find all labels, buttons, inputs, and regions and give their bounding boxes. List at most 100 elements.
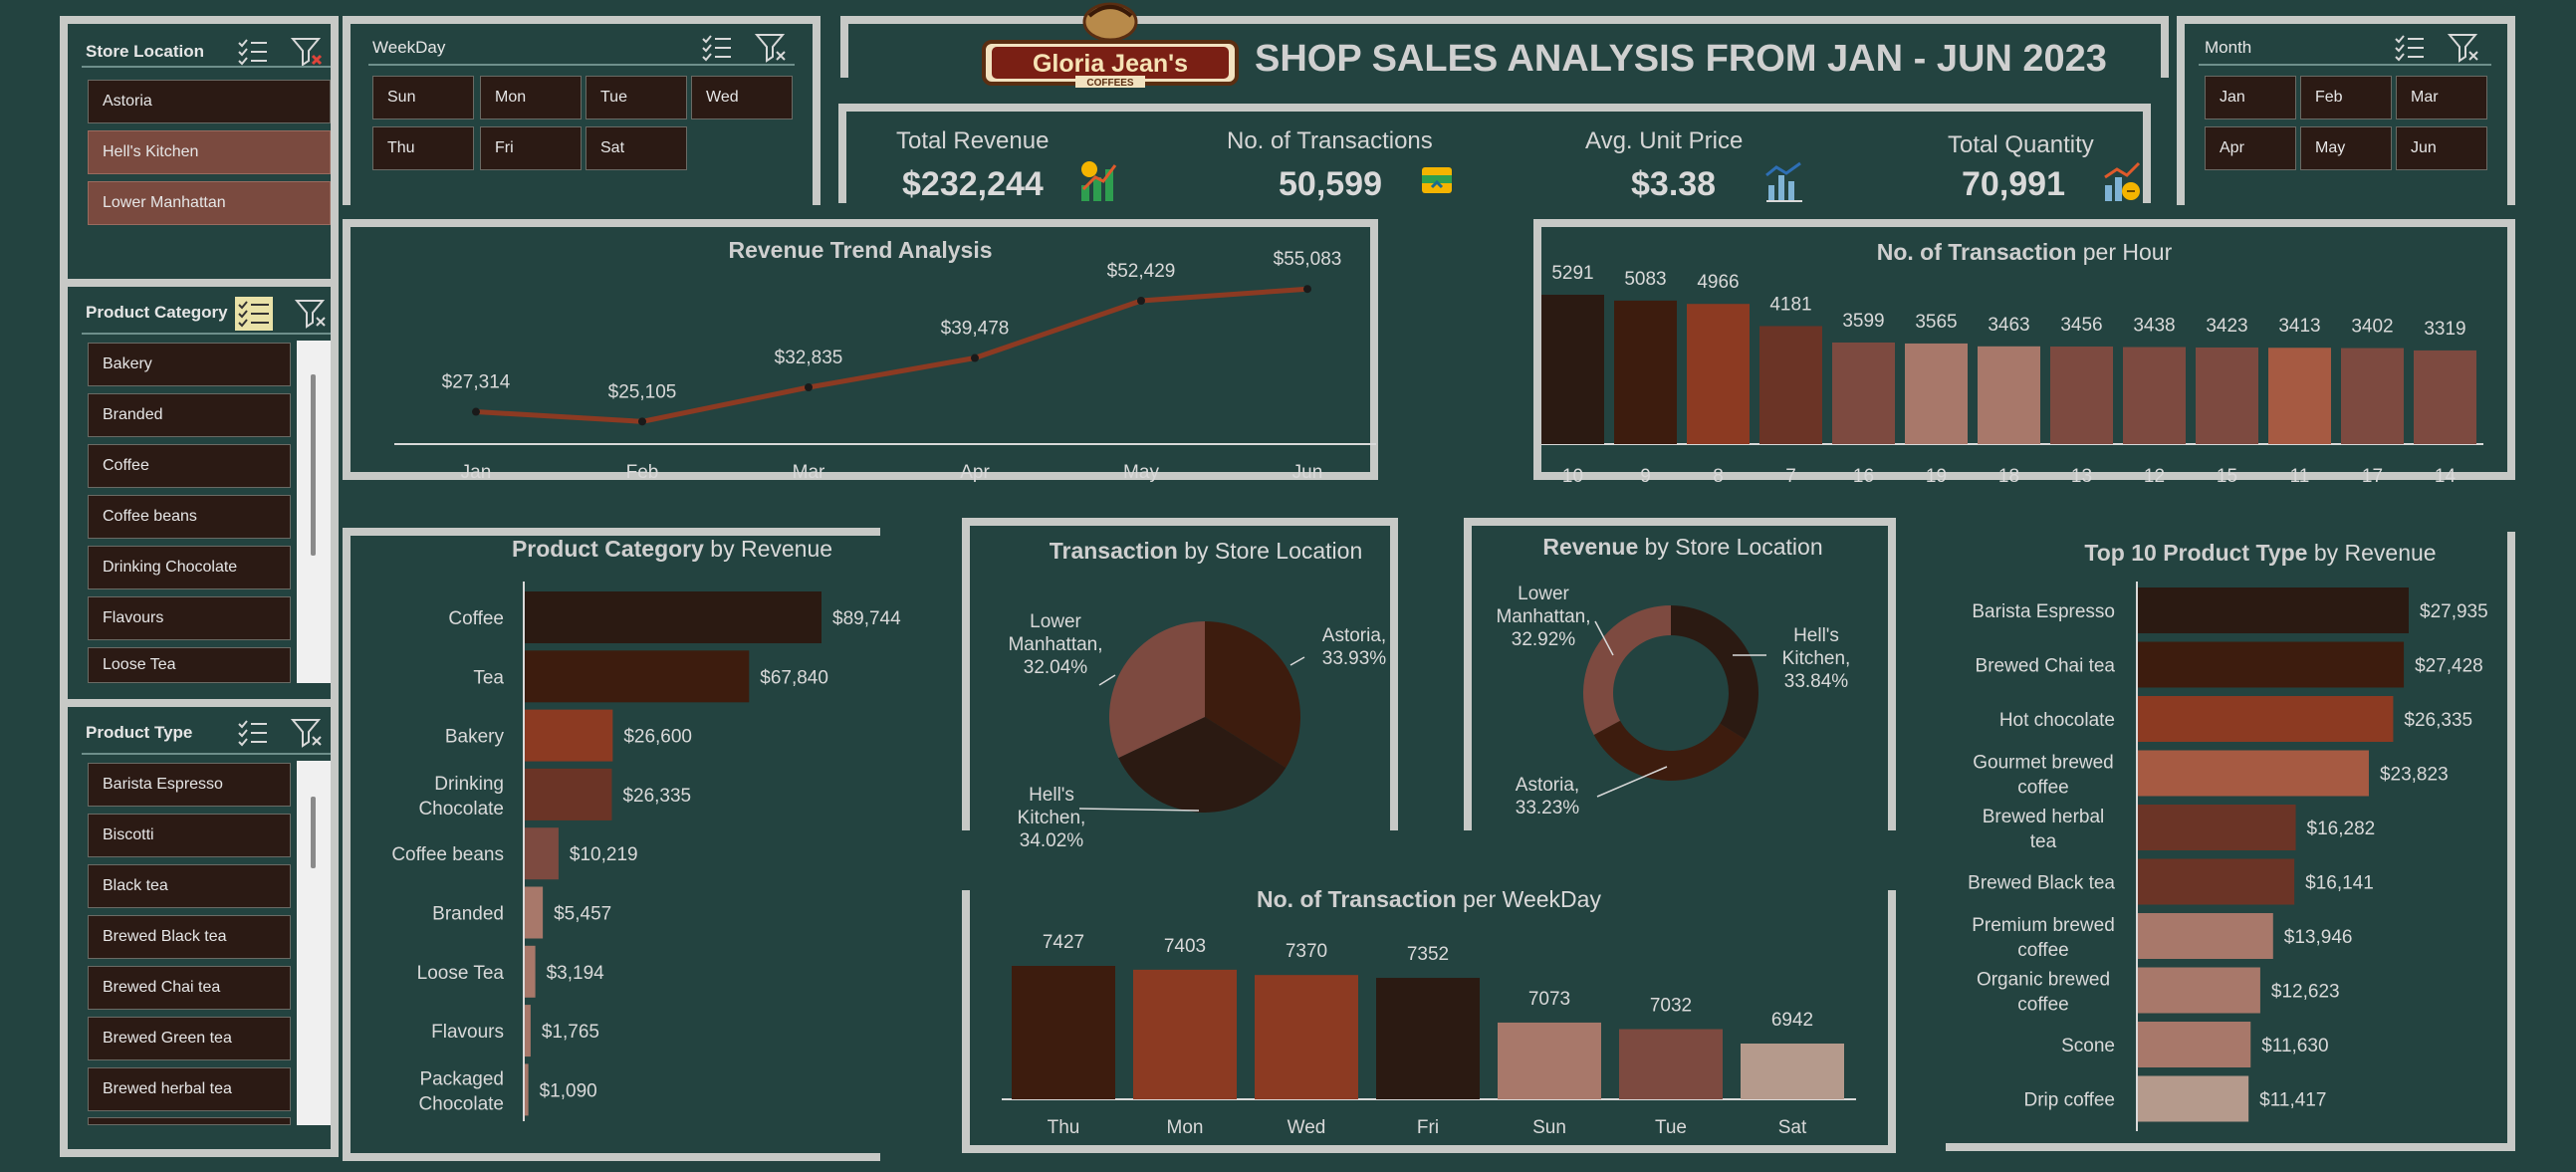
category-value-label: $1,765 [542, 1022, 599, 1043]
hour-tick-label: 15 [2217, 466, 2237, 487]
category-axis-label: Loose Tea [417, 963, 505, 984]
top10-value-label: $27,935 [2420, 601, 2488, 622]
top10-product-chart: $27,935 Barista Espresso $27,428 Brewed Cha… [1968, 582, 2488, 1131]
store-hells-kitchen-button[interactable]: Hell's Kitchen [88, 130, 331, 174]
top10-axis-label: Organic brewed coffee [1977, 970, 2110, 1016]
type-brewed-herbal-tea-button[interactable]: Brewed herbal tea [88, 1067, 291, 1111]
category-loose-tea-button[interactable]: Loose Tea [88, 647, 291, 683]
weekday-bar [1133, 969, 1237, 1099]
weekday-mon-button[interactable]: Mon [480, 76, 582, 119]
type-partial-item[interactable] [88, 1117, 291, 1125]
hour-tick-label: 7 [1785, 466, 1796, 487]
weekday-thu-button[interactable]: Thu [372, 126, 474, 170]
kpi-total-revenue-label: Total Revenue [896, 127, 1050, 154]
category-drinking-chocolate-button[interactable]: Drinking Chocolate [88, 546, 291, 589]
product-category-slicer-title: Product Category [86, 303, 228, 322]
weekday-tick-label: Wed [1288, 1117, 1326, 1138]
category-bar [525, 591, 821, 643]
hour-bar [2196, 347, 2258, 444]
hour-tick-label: 11 [2290, 466, 2310, 487]
multi-select-icon[interactable] [235, 297, 273, 331]
weekday-tick-label: Tue [1655, 1117, 1687, 1138]
multi-select-icon[interactable] [701, 33, 733, 63]
month-feb-button[interactable]: Feb [2300, 76, 2392, 119]
top10-value-label: $12,623 [2271, 982, 2340, 1003]
category-scroll-thumb[interactable] [311, 374, 316, 556]
weekday-tue-button[interactable]: Tue [585, 76, 687, 119]
category-bar [525, 709, 613, 762]
hour-bar [1905, 343, 1968, 444]
tx-hour-chart: 5291 10 5083 9 4966 8 4181 7 3599 16 3565 19 3463 18 3… [1541, 263, 2483, 487]
category-axis-label: Coffee [448, 608, 504, 629]
x-tick-label: Feb [626, 462, 659, 483]
store-lower-manhattan-button[interactable]: Lower Manhattan [88, 181, 331, 225]
tx-store-label: Hell's Kitchen, 34.02% [1018, 785, 1086, 846]
brand-logo: Gloria Jean's COFFEES [980, 2, 1241, 90]
hour-value-label: 3423 [2206, 316, 2247, 337]
dashboard-title: SHOP SALES ANALYSIS FROM JAN - JUN 2023 [1255, 38, 2107, 80]
multi-select-icon[interactable] [237, 718, 269, 748]
month-jan-button[interactable]: Jan [2205, 76, 2296, 119]
store-location-slicer-title: Store Location [86, 42, 205, 61]
top10-value-label: $11,630 [2261, 1036, 2328, 1056]
category-axis-label: Tea [473, 667, 504, 688]
category-flavours-button[interactable]: Flavours [88, 596, 291, 640]
category-coffee-beans-button[interactable]: Coffee beans [88, 495, 291, 539]
kpi-avg-price-label: Avg. Unit Price [1585, 127, 1744, 154]
weekday-wed-button[interactable]: Wed [691, 76, 793, 119]
weekday-fri-button[interactable]: Fri [480, 126, 582, 170]
weekday-value-label: 7352 [1407, 944, 1449, 965]
top10-value-label: $23,823 [2380, 765, 2449, 786]
store-astoria-button[interactable]: Astoria [88, 80, 331, 123]
category-branded-button[interactable]: Branded [88, 393, 291, 437]
type-barista-espresso-button[interactable]: Barista Espresso [88, 763, 291, 807]
multi-select-icon[interactable] [237, 37, 269, 67]
month-jun-button[interactable]: Jun [2396, 126, 2487, 170]
slicer-divider [82, 66, 331, 68]
hour-bar [1978, 346, 2040, 444]
filter-icon[interactable] [755, 32, 789, 64]
month-slicer-controls [2394, 32, 2481, 64]
filter-icon[interactable] [295, 298, 329, 330]
month-mar-button[interactable]: Mar [2396, 76, 2487, 119]
month-apr-button[interactable]: Apr [2205, 126, 2296, 170]
top10-axis-label: Brewed herbal tea [1983, 807, 2105, 852]
top10-value-label: $16,141 [2305, 873, 2374, 894]
type-brewed-black-tea-button[interactable]: Brewed Black tea [88, 915, 291, 959]
kpi-transactions-value: 50,599 [1279, 165, 1382, 203]
weekday-sun-button[interactable]: Sun [372, 76, 474, 119]
weekday-tick-label: Sat [1778, 1117, 1807, 1138]
filter-icon[interactable] [2448, 32, 2481, 64]
type-black-tea-button[interactable]: Black tea [88, 864, 291, 908]
top10-title: Top 10 Product Type by Revenue [2084, 540, 2437, 566]
category-bar [525, 1063, 529, 1116]
category-bakery-button[interactable]: Bakery [88, 343, 291, 386]
leader-line [1098, 674, 1116, 686]
product-type-scroll-thumb[interactable] [311, 797, 316, 868]
category-coffee-button[interactable]: Coffee [88, 444, 291, 488]
type-brewed-green-tea-button[interactable]: Brewed Green tea [88, 1017, 291, 1060]
revenue-data-label: $52,429 [1107, 261, 1176, 282]
x-tick-label: Apr [960, 462, 990, 483]
rev-store-title: Revenue by Store Location [1542, 534, 1823, 560]
type-biscotti-button[interactable]: Biscotti [88, 814, 291, 857]
top10-bar [2138, 1022, 2251, 1067]
weekday-tick-label: Fri [1417, 1117, 1439, 1138]
type-brewed-chai-tea-button[interactable]: Brewed Chai tea [88, 966, 291, 1010]
hour-bar [1759, 326, 1822, 444]
weekday-bar [1741, 1044, 1844, 1099]
hour-value-label: 3319 [2424, 319, 2465, 340]
hour-tick-label: 17 [2362, 466, 2383, 487]
weekday-sat-button[interactable]: Sat [585, 126, 687, 170]
weekday-slicer-title: WeekDay [372, 38, 446, 57]
hour-tick-label: 10 [1562, 466, 1583, 487]
clear-filter-icon[interactable] [291, 36, 325, 68]
hour-value-label: 4966 [1697, 272, 1739, 293]
kpi-total-quantity-value: 70,991 [1962, 165, 2065, 203]
tx-store-pie-chart: Astoria, 33.93% Hell's Kitchen, 34.02% Lower M… [1008, 611, 1386, 846]
filter-icon[interactable] [291, 717, 325, 749]
hour-tick-label: 9 [1640, 466, 1651, 487]
month-may-button[interactable]: May [2300, 126, 2392, 170]
multi-select-icon[interactable] [2394, 33, 2426, 63]
revenue-data-label: $32,835 [775, 348, 843, 368]
